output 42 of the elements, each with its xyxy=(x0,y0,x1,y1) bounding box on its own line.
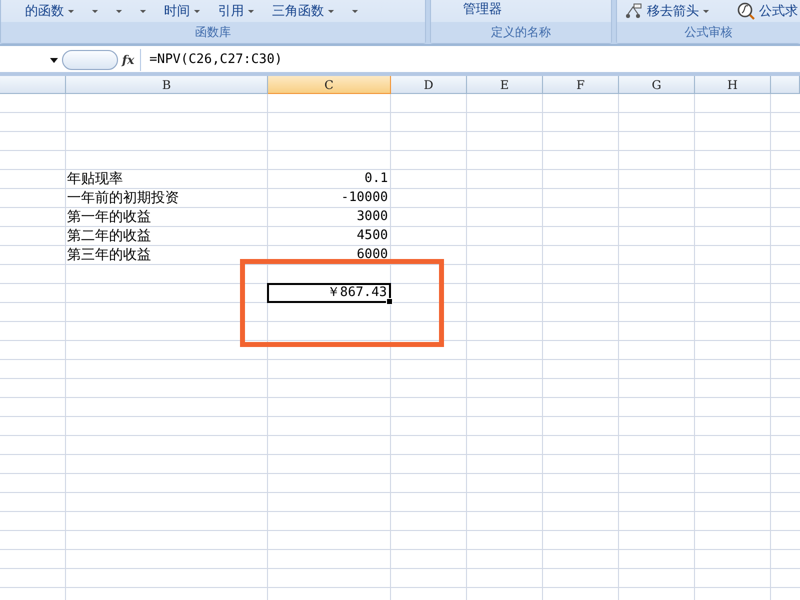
ribbon-button[interactable]: 移去箭头 xyxy=(647,2,699,20)
caret-icon[interactable] xyxy=(116,10,122,12)
cell-text: 年贴现率 xyxy=(67,170,123,188)
cell-number: 4500 xyxy=(356,227,388,245)
magnifier-icon xyxy=(737,2,755,20)
caret-icon[interactable] xyxy=(140,10,146,12)
cell-number: 6000 xyxy=(356,246,388,264)
selected-cell[interactable]: ￥867.43 xyxy=(267,283,391,303)
group-label: 函数库 xyxy=(1,22,425,43)
column-header[interactable]: H xyxy=(695,76,771,94)
cell-text: 第三年的收益 xyxy=(67,246,151,264)
cell-text: 第二年的收益 xyxy=(67,227,151,245)
caret-icon[interactable] xyxy=(194,10,200,12)
group-label: 定义的名称 xyxy=(431,22,611,43)
caret-icon[interactable] xyxy=(68,10,74,12)
ribbon-button[interactable]: 引用 xyxy=(218,2,244,20)
formula-field[interactable]: =NPV(C26,C27:C30) xyxy=(140,49,800,71)
caret-icon[interactable] xyxy=(328,10,334,12)
column-header[interactable]: B xyxy=(66,76,268,94)
caret-icon[interactable] xyxy=(248,10,254,12)
cell-text: 一年前的初期投资 xyxy=(67,189,179,207)
group-label: 公式审核 xyxy=(617,22,800,43)
column-header[interactable]: D xyxy=(391,76,467,94)
ribbon-button[interactable]: 管理器 xyxy=(463,0,502,18)
column-header[interactable]: G xyxy=(619,76,695,94)
ribbon-button[interactable]: 公式求 xyxy=(759,2,798,20)
caret-icon[interactable] xyxy=(703,10,709,12)
ribbon-button[interactable]: 三角函数 xyxy=(272,2,324,20)
column-header[interactable]: E xyxy=(467,76,543,94)
column-header[interactable]: F xyxy=(543,76,619,94)
insert-function-button[interactable]: fx xyxy=(122,53,134,67)
ribbon-button[interactable]: 时间 xyxy=(164,2,190,20)
ribbon-button[interactable]: 的函数 xyxy=(25,2,64,20)
cell-text: 第一年的收益 xyxy=(67,208,151,226)
column-header[interactable]: C xyxy=(268,76,391,94)
cell-number: -10000 xyxy=(341,189,388,207)
cell-number: 0.1 xyxy=(364,170,388,188)
cell-number: 3000 xyxy=(356,208,388,226)
formula-bar-handle[interactable] xyxy=(62,50,118,70)
arrows-icon xyxy=(625,3,643,19)
caret-icon[interactable] xyxy=(92,10,98,12)
caret-icon[interactable] xyxy=(352,10,358,12)
